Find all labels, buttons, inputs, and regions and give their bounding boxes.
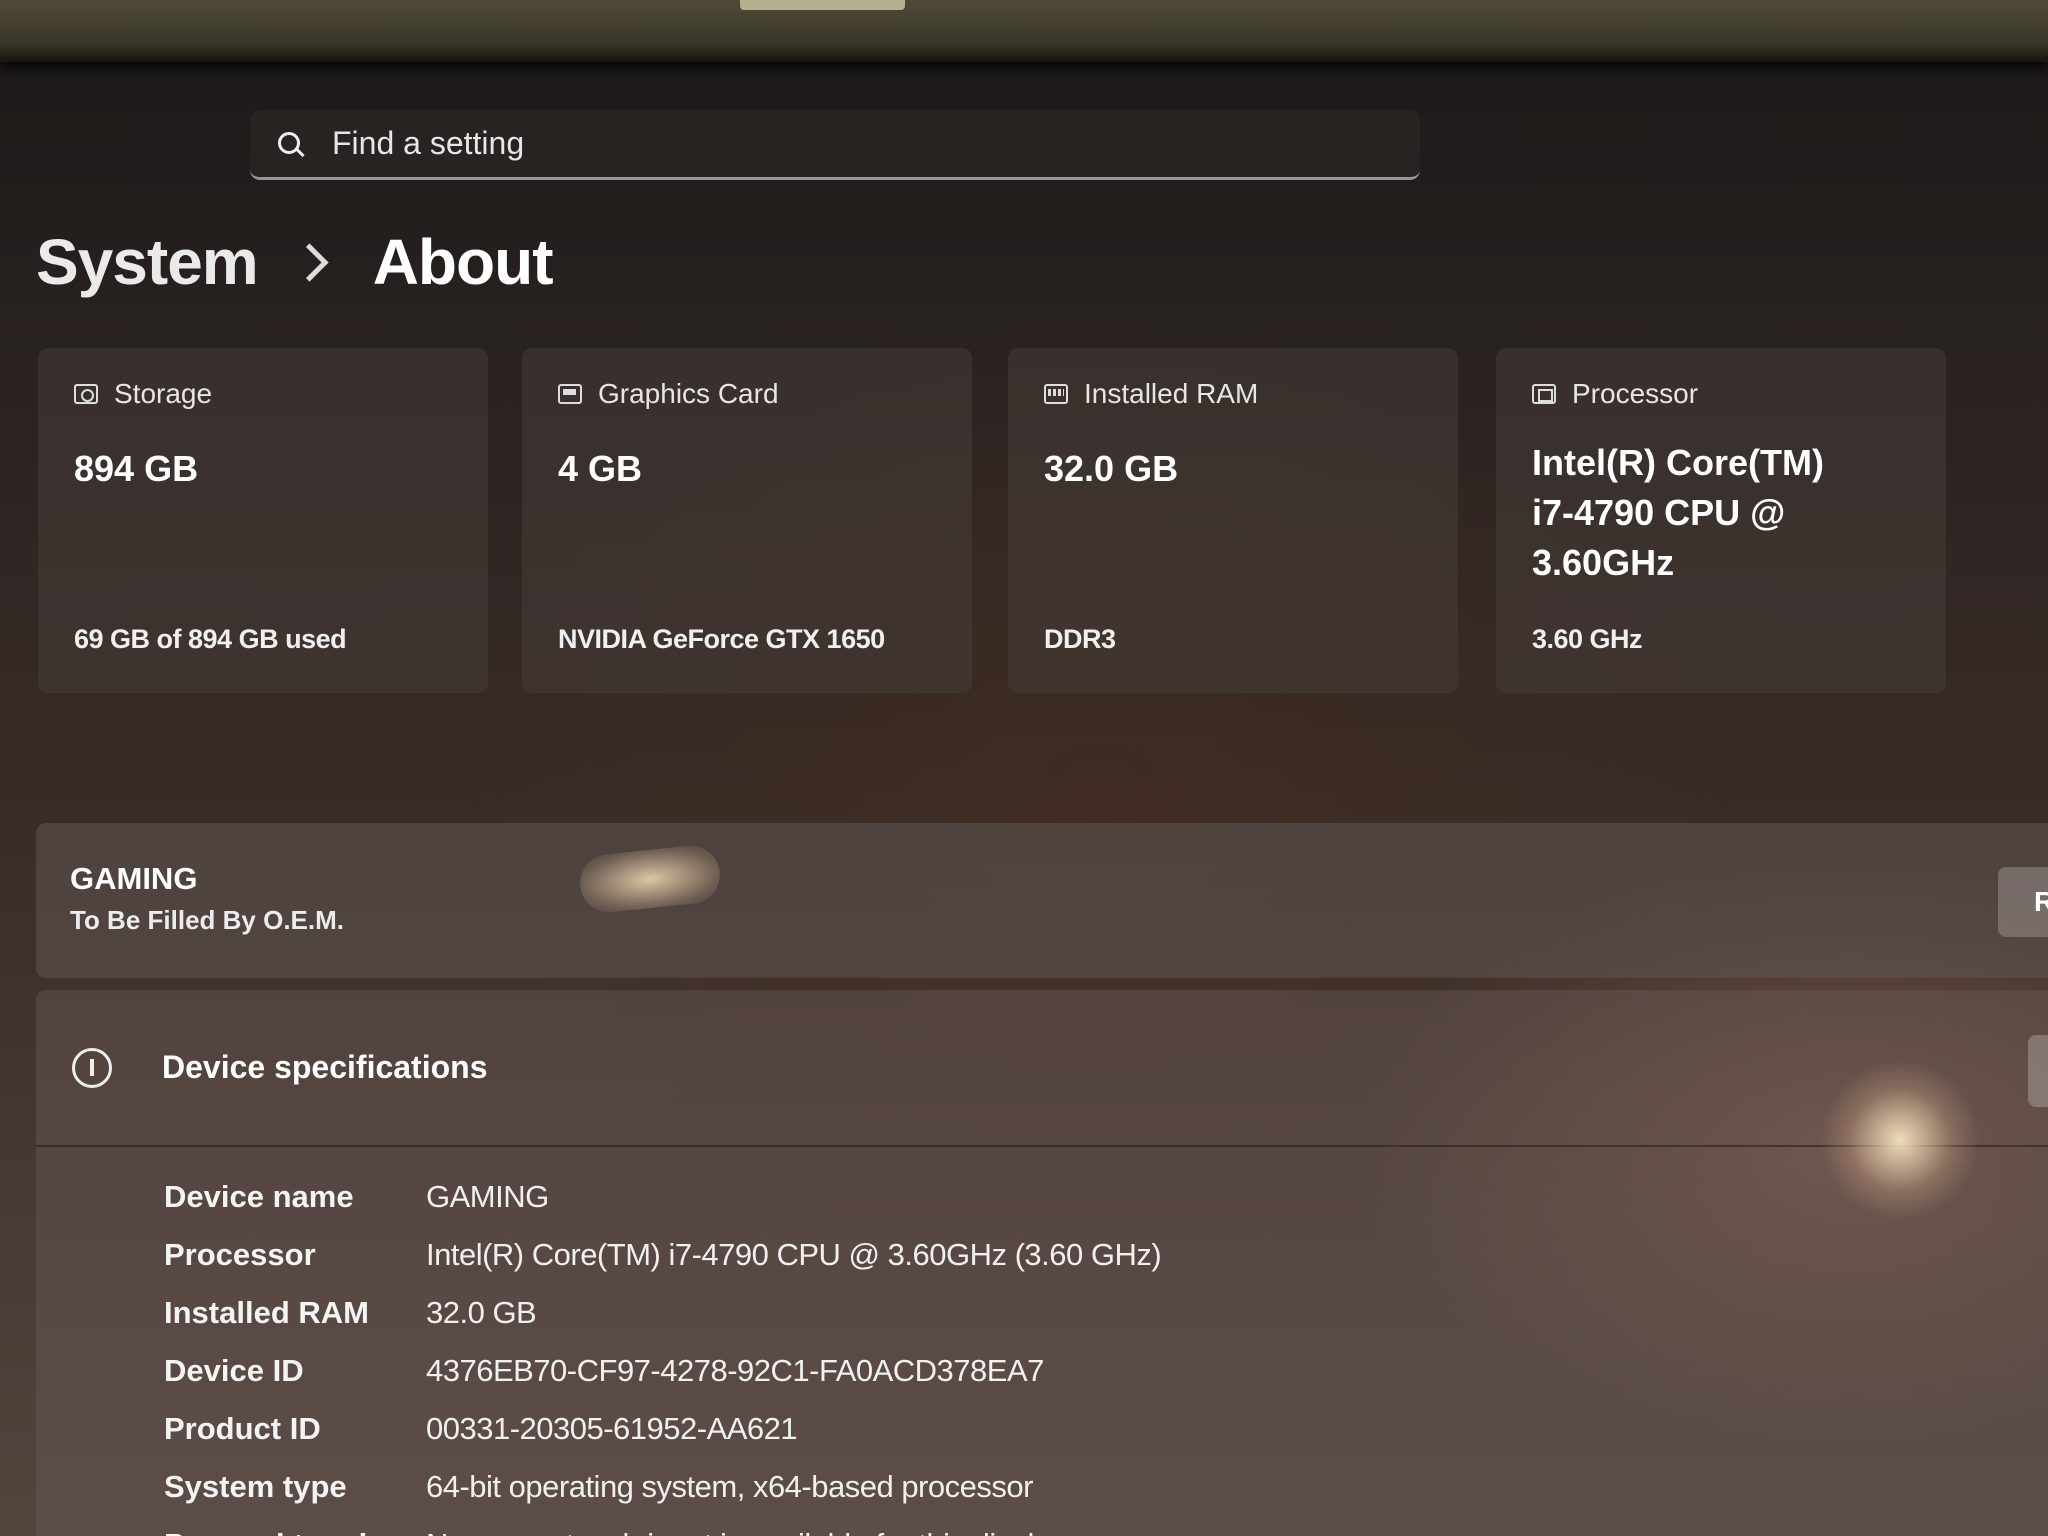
spec-row-product-id: Product ID 00331-20305-61952-AA621 xyxy=(164,1400,1161,1458)
spec-value: 32.0 GB xyxy=(426,1295,537,1330)
spec-value: GAMING xyxy=(426,1179,549,1214)
card-header: Storage xyxy=(74,378,452,410)
installed-ram-card[interactable]: Installed RAM 32.0 GB DDR3 xyxy=(1008,348,1458,693)
card-title: Processor xyxy=(1572,378,1699,409)
spec-label: Product ID xyxy=(164,1411,321,1446)
card-value: 32.0 GB xyxy=(1044,448,1179,489)
rename-button[interactable]: R xyxy=(1998,867,2048,937)
spec-row-pen-and-touch: Pen and touch No pen or touch input is a… xyxy=(164,1516,1161,1536)
breadcrumb-system[interactable]: System xyxy=(36,225,259,299)
page-title: About xyxy=(372,226,554,298)
ram-icon xyxy=(1044,384,1068,404)
spec-value: No pen or touch input is available for t… xyxy=(426,1527,1066,1536)
settings-window: System About Storage 894 GB 69 GB of 894… xyxy=(0,0,2048,1536)
spec-label: Pen and touch xyxy=(164,1527,426,1536)
breadcrumb: System About xyxy=(36,225,553,299)
search-input[interactable] xyxy=(330,124,1334,163)
device-name: GAMING xyxy=(70,861,198,896)
spec-label: Device name xyxy=(164,1179,354,1214)
device-model: To Be Filled By O.E.M. xyxy=(70,905,344,935)
processor-card[interactable]: Processor Intel(R) Core(TM) i7-4790 CPU … xyxy=(1496,348,1946,693)
search-box[interactable] xyxy=(250,110,1420,180)
card-value: 4 GB xyxy=(558,448,643,489)
spec-list: Device name GAMING Processor Intel(R) Co… xyxy=(164,1168,1162,1536)
spec-label: Installed RAM xyxy=(164,1295,369,1330)
card-header: Processor xyxy=(1532,378,1910,410)
monitor-logo xyxy=(740,0,905,10)
card-value: Intel(R) Core(TM) i7-4790 CPU @ 3.60GHz xyxy=(1532,442,1824,583)
section-title: Device specifications xyxy=(162,1049,488,1085)
spec-value: 00331-20305-61952-AA621 xyxy=(426,1411,798,1446)
spec-value: 64-bit operating system, x64-based proce… xyxy=(426,1469,1033,1504)
card-value: 894 GB xyxy=(74,448,199,489)
spec-label: Device ID xyxy=(164,1353,304,1388)
storage-card[interactable]: Storage 894 GB 69 GB of 894 GB used xyxy=(38,348,488,693)
spec-value: 4376EB70-CF97-4278-92C1-FA0ACD378EA7 xyxy=(426,1353,1044,1388)
card-title: Graphics Card xyxy=(598,378,779,409)
spec-row-device-id: Device ID 4376EB70-CF97-4278-92C1-FA0ACD… xyxy=(164,1342,1161,1400)
spec-label: System type xyxy=(164,1469,347,1504)
storage-icon xyxy=(74,384,98,404)
card-header: Graphics Card xyxy=(558,378,936,410)
card-title: Installed RAM xyxy=(1084,378,1259,409)
device-name-bar: GAMING To Be Filled By O.E.M. R xyxy=(36,823,2048,978)
card-detail: NVIDIA GeForce GTX 1650 xyxy=(558,624,885,654)
chevron-right-icon xyxy=(290,242,329,282)
spec-row-processor: Processor Intel(R) Core(TM) i7-4790 CPU … xyxy=(164,1226,1162,1284)
info-icon xyxy=(72,1047,112,1088)
card-detail: 69 GB of 894 GB used xyxy=(74,624,347,654)
spec-value: Intel(R) Core(TM) i7-4790 CPU @ 3.60GHz … xyxy=(426,1237,1162,1272)
processor-icon xyxy=(1532,384,1556,404)
spec-row-device-name: Device name GAMING xyxy=(164,1168,1161,1226)
device-specifications-header[interactable]: Device specifications xyxy=(36,990,2048,1147)
card-title: Storage xyxy=(114,378,213,409)
graphics-card-icon xyxy=(558,384,582,404)
card-detail: DDR3 xyxy=(1044,624,1116,654)
spec-row-installed-ram: Installed RAM 32.0 GB xyxy=(164,1284,1161,1342)
monitor-bezel xyxy=(0,0,2048,62)
card-header: Installed RAM xyxy=(1044,378,1422,410)
graphics-card-card[interactable]: Graphics Card 4 GB NVIDIA GeForce GTX 16… xyxy=(522,348,972,693)
spec-label: Processor xyxy=(164,1237,316,1272)
card-detail: 3.60 GHz xyxy=(1532,624,1643,654)
copy-button[interactable] xyxy=(2028,1035,2048,1107)
search-icon xyxy=(278,131,302,156)
spec-row-system-type: System type 64-bit operating system, x64… xyxy=(164,1458,1161,1516)
device-specifications-panel: Device specifications Device name GAMING… xyxy=(36,990,2048,1536)
